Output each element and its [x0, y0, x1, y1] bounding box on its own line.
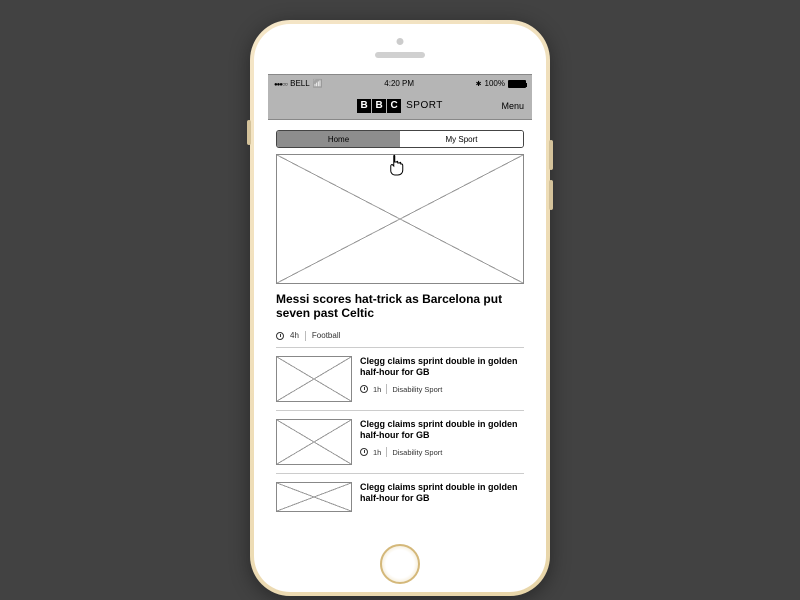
- story-row[interactable]: Clegg claims sprint double in golden hal…: [276, 411, 524, 474]
- tab-bar: Home My Sport: [276, 130, 524, 148]
- content-area[interactable]: Messi scores hat-trick as Barcelona put …: [268, 154, 532, 520]
- tab-home-label: Home: [328, 135, 349, 144]
- hero-category[interactable]: Football: [312, 331, 340, 340]
- tab-my-sport-label: My Sport: [445, 135, 477, 144]
- phone-speaker: [375, 52, 425, 58]
- story-image-placeholder: [276, 356, 352, 402]
- brand-suffix: SPORT: [406, 100, 443, 111]
- home-button[interactable]: [380, 544, 420, 584]
- story-category[interactable]: Disability Sport: [392, 385, 442, 394]
- story-image-placeholder: [276, 482, 352, 512]
- signal-dots-icon: [274, 79, 287, 88]
- hero-meta: 4h Football: [276, 327, 524, 348]
- app-header: B B C SPORT Menu: [268, 92, 532, 120]
- carrier-label: BELL: [290, 79, 310, 88]
- hero-age: 4h: [290, 331, 299, 340]
- wifi-icon: [313, 79, 323, 88]
- hero-image-placeholder[interactable]: [276, 154, 524, 284]
- bluetooth-icon: [476, 79, 482, 88]
- power-button: [247, 120, 251, 145]
- status-time: 4:20 PM: [384, 79, 414, 88]
- screen: BELL 4:20 PM 100% B B C SPORT Menu: [268, 74, 532, 538]
- story-headline: Clegg claims sprint double in golden hal…: [360, 419, 524, 442]
- story-headline: Clegg claims sprint double in golden hal…: [360, 356, 524, 379]
- story-age: 1h: [373, 385, 381, 394]
- phone-camera: [397, 38, 404, 45]
- story-row[interactable]: Clegg claims sprint double in golden hal…: [276, 474, 524, 520]
- story-headline: Clegg claims sprint double in golden hal…: [360, 482, 524, 505]
- battery-icon: [508, 80, 526, 88]
- clock-icon: [276, 332, 284, 340]
- clock-icon: [360, 385, 368, 393]
- story-category[interactable]: Disability Sport: [392, 448, 442, 457]
- tab-my-sport[interactable]: My Sport: [400, 131, 523, 147]
- volume-down-button: [549, 180, 553, 210]
- phone-frame: BELL 4:20 PM 100% B B C SPORT Menu: [250, 20, 550, 596]
- volume-up-button: [549, 140, 553, 170]
- battery-pct: 100%: [485, 79, 505, 88]
- meta-separator: [386, 384, 387, 394]
- story-row[interactable]: Clegg claims sprint double in golden hal…: [276, 348, 524, 411]
- bbc-logo: B B C SPORT: [357, 99, 443, 113]
- logo-letter-b2: B: [372, 99, 386, 113]
- hero-headline[interactable]: Messi scores hat-trick as Barcelona put …: [276, 292, 524, 321]
- status-bar: BELL 4:20 PM 100%: [268, 74, 532, 92]
- meta-separator: [386, 447, 387, 457]
- menu-button[interactable]: Menu: [501, 101, 524, 111]
- clock-icon: [360, 448, 368, 456]
- meta-separator: [305, 331, 306, 341]
- logo-letter-c: C: [387, 99, 401, 113]
- story-image-placeholder: [276, 419, 352, 465]
- logo-letter-b1: B: [357, 99, 371, 113]
- story-age: 1h: [373, 448, 381, 457]
- tab-home[interactable]: Home: [277, 131, 400, 147]
